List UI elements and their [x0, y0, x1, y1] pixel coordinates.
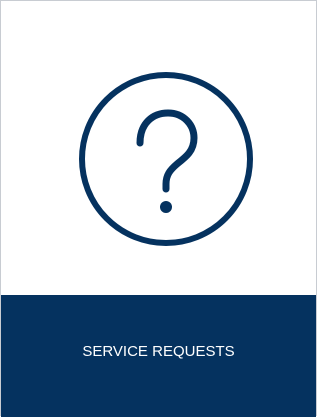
tile-label-bar: SERVICE REQUESTS: [1, 295, 316, 417]
tile-icon-area: [1, 1, 316, 295]
service-requests-tile[interactable]: SERVICE REQUESTS: [0, 0, 317, 417]
tile-label: SERVICE REQUESTS: [82, 343, 235, 360]
question-mark-circle-icon: [79, 72, 253, 246]
